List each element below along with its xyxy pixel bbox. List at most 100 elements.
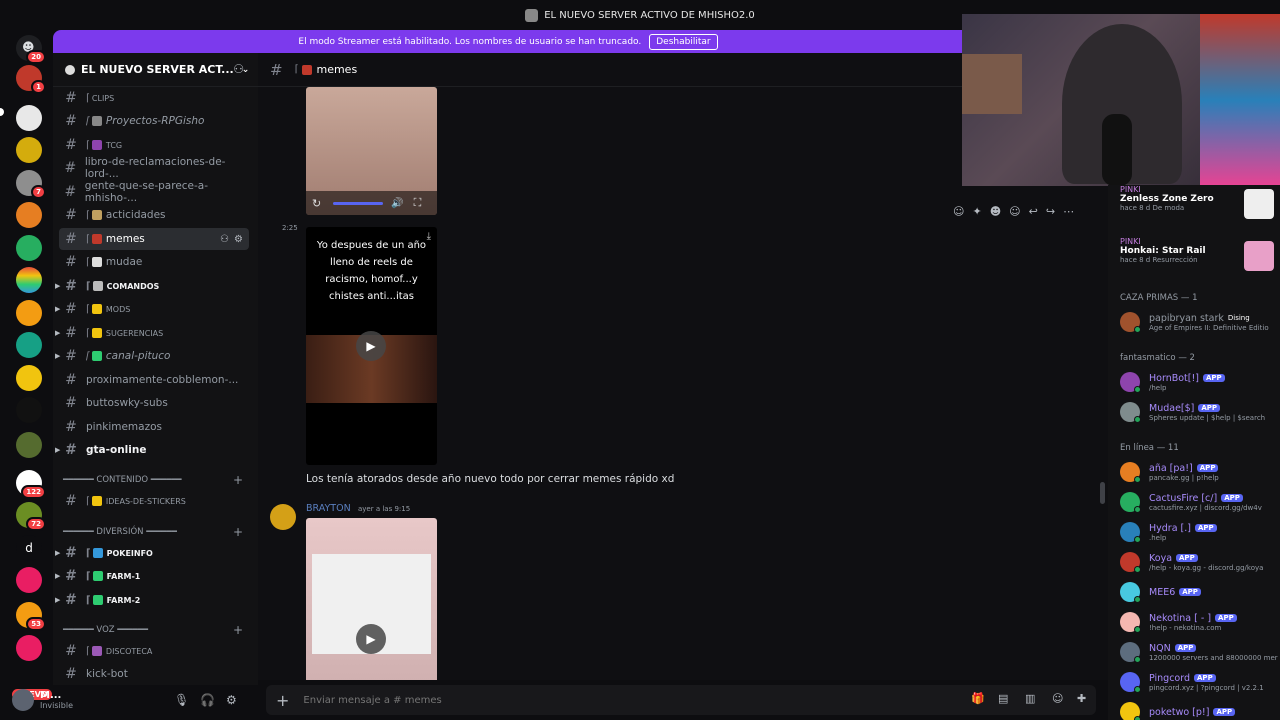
message-input[interactable] <box>303 694 804 706</box>
server-icon[interactable] <box>16 137 42 163</box>
member-item[interactable]: Hydra [.] APP .help <box>1120 518 1280 546</box>
attach-plus-icon[interactable]: + <box>276 691 289 710</box>
channel-libro[interactable]: # libro-de-reclamaciones-de-lord-... <box>59 156 249 180</box>
channel-mods[interactable]: ▶ # ⌈ MODS <box>55 298 249 320</box>
member-item[interactable]: CactusFire [c/] APP cactusfire.xyz | disco… <box>1120 488 1280 516</box>
server-icon[interactable]: 7 <box>16 170 46 199</box>
hash-icon: # <box>65 545 77 561</box>
server-icon[interactable] <box>16 397 42 423</box>
channel-mudae[interactable]: # ⌈ mudae <box>59 251 249 273</box>
channel-gta-online[interactable]: ▶ # gta-online <box>55 439 249 461</box>
channel-farm-2[interactable]: ▶ # ⌈ FARM-2 <box>55 589 249 611</box>
channel-tcg[interactable]: # ⌈ TCG <box>59 134 249 156</box>
sticker-icon[interactable]: ▥ <box>1025 692 1035 705</box>
category-contenido[interactable]: ━━━━━━ CONTENIDO ━━━━━━ + <box>63 473 248 487</box>
volume-icon[interactable]: 🔊 <box>391 198 403 209</box>
channel-kick-bot[interactable]: # kick-bot <box>59 663 249 685</box>
server-header[interactable]: EL NUEVO SERVER ACT... ⌄ ⚇ <box>53 53 258 87</box>
server-icon[interactable] <box>16 235 42 261</box>
avatar[interactable] <box>12 689 34 711</box>
play-icon[interactable]: ▶ <box>356 624 386 654</box>
member-item[interactable]: poketwo [p!] APP <box>1120 698 1280 720</box>
member-item[interactable]: NQN APP 1200000 servers and 88000000 mer <box>1120 638 1280 666</box>
meme-video[interactable]: Yo despues de un año lleno de reels de r… <box>306 227 437 465</box>
message-author[interactable]: BRAYTON <box>306 503 351 514</box>
channel-discoteca[interactable]: # ⌈ DISCOTECA <box>59 640 249 662</box>
channel-pinkimemazos[interactable]: # pinkimemazos <box>59 416 249 438</box>
server-icon[interactable] <box>16 332 42 358</box>
server-icon[interactable]: 53 <box>16 602 46 631</box>
member-item[interactable]: Nekotina [ - ] APP !help - nekotina.com <box>1120 608 1280 636</box>
server-icon[interactable] <box>16 432 42 458</box>
channel-clips[interactable]: # ⌈ CLIPS <box>59 87 249 109</box>
member-item[interactable]: Koya APP/help - koya.gg - discord.gg/koya <box>1120 548 1280 576</box>
replay-icon[interactable]: ↻ <box>312 197 321 210</box>
avatar <box>1120 462 1141 483</box>
server-icon[interactable]: 122 <box>16 470 46 499</box>
channel-ideas-stickers[interactable]: # ⌈ IDEAS-DE-STICKERS <box>59 490 249 512</box>
emoji-icon[interactable]: ☺ <box>1052 692 1063 705</box>
server-icon-d[interactable]: d <box>16 535 42 561</box>
member-item[interactable]: papibryan stark Dising Age of Empires II: … <box>1120 308 1280 336</box>
apps-icon[interactable]: ✚ <box>1077 692 1086 705</box>
disable-streamer-button[interactable]: Deshabilitar <box>649 33 718 50</box>
gif-icon[interactable]: ▤ <box>998 692 1008 705</box>
server-icon[interactable] <box>16 567 42 593</box>
member-item[interactable]: MEE6 APP <box>1120 578 1280 606</box>
server-icon[interactable] <box>16 267 42 293</box>
volume-slider[interactable] <box>333 201 384 205</box>
server-icon[interactable]: 1 <box>16 65 46 94</box>
server-icon[interactable]: 72 <box>16 502 46 531</box>
add-channel-icon[interactable]: + <box>233 623 243 637</box>
channel-gente[interactable]: # gente-que-se-parece-a-mhisho-... <box>59 180 249 204</box>
hash-icon: # <box>65 301 77 317</box>
play-icon[interactable]: ▶ <box>356 331 386 361</box>
forward-icon[interactable]: ↪ <box>1046 205 1055 218</box>
channel-sugerencias[interactable]: ▶ # ⌈ SUGERENCIAS <box>55 322 249 344</box>
activity-card[interactable]: PINKI Zenless Zone Zero hace 8 d De moda <box>1112 185 1278 233</box>
channel-proyectos[interactable]: # ⌈ Proyectos-RPGisho <box>59 110 249 132</box>
reaction-icon[interactable]: ✦ <box>972 205 981 218</box>
direct-messages-icon[interactable]: ☻ 20 <box>16 35 46 64</box>
member-item[interactable]: aña [pa!] APP pancake.gg | p!help <box>1120 458 1280 486</box>
member-item[interactable]: HornBot[!] APP/help <box>1120 368 1280 396</box>
add-reaction-icon[interactable]: ☺ <box>1009 205 1020 218</box>
scrollbar[interactable] <box>1100 482 1105 504</box>
fullscreen-icon[interactable]: ⛶ <box>414 196 422 210</box>
video-attachment[interactable]: ↻ 🔊 ⛶ <box>306 87 437 215</box>
gift-icon[interactable]: 🎁 <box>971 692 985 705</box>
channel-acticidades[interactable]: # ⌈ acticidades <box>59 204 249 226</box>
reaction-icon[interactable]: ☻ <box>990 205 1001 218</box>
reply-icon[interactable]: ↩ <box>1029 205 1038 218</box>
category-voz[interactable]: ━━━━━━ VOZ ━━━━━━ + <box>63 623 248 637</box>
add-member-icon[interactable]: ⚇ <box>220 234 229 245</box>
member-item[interactable]: Pingcord APP pingcord.xyz | ?pingcord | v2… <box>1120 668 1280 696</box>
channel-proximamente[interactable]: # proximamente-cobblemon-... <box>59 369 249 391</box>
microphone-icon[interactable]: 🎙 <box>174 693 189 707</box>
server-icon[interactable] <box>16 635 42 661</box>
channel-buttoswky[interactable]: # buttoswky-subs <box>59 392 249 414</box>
activity-card[interactable]: PINKI Honkai: Star Rail hace 8 d Resurre… <box>1112 237 1278 285</box>
gear-icon[interactable]: ⚙ <box>234 234 243 245</box>
server-icon[interactable] <box>16 202 42 228</box>
add-channel-icon[interactable]: + <box>233 525 243 539</box>
gear-icon[interactable]: ⚙ <box>226 693 237 707</box>
channel-pokeinfo[interactable]: ▶ # ⌈ POKEINFO <box>55 542 249 564</box>
meme-video[interactable]: ▶ <box>306 518 437 680</box>
channel-canal-pituco[interactable]: ▶ # ⌈ canal-pituco <box>55 345 249 367</box>
reaction-icon[interactable]: ☺ <box>953 205 964 218</box>
channel-comandos[interactable]: ▶ # ⌈ COMANDOS <box>55 275 249 297</box>
add-channel-icon[interactable]: + <box>233 473 243 487</box>
invite-people-icon[interactable]: ⚇ <box>233 62 244 76</box>
headphones-icon[interactable]: 🎧 <box>200 693 215 707</box>
download-icon[interactable]: ⤓ <box>427 231 431 242</box>
member-item[interactable]: Mudae[$] APP Spheres update | $help | $sea… <box>1120 398 1280 426</box>
category-diversion[interactable]: ━━━━━━ DIVERSIÓN ━━━━━━ + <box>63 525 248 539</box>
server-icon[interactable] <box>16 105 42 131</box>
channel-memes[interactable]: # ⌈ memes ⚇ ⚙ <box>59 228 249 250</box>
channel-farm-1[interactable]: ▶ # ⌈ FARM-1 <box>55 565 249 587</box>
server-icon[interactable] <box>16 365 42 391</box>
more-icon[interactable]: ⋯ <box>1063 205 1074 218</box>
server-icon[interactable] <box>16 300 42 326</box>
avatar[interactable] <box>270 504 296 530</box>
